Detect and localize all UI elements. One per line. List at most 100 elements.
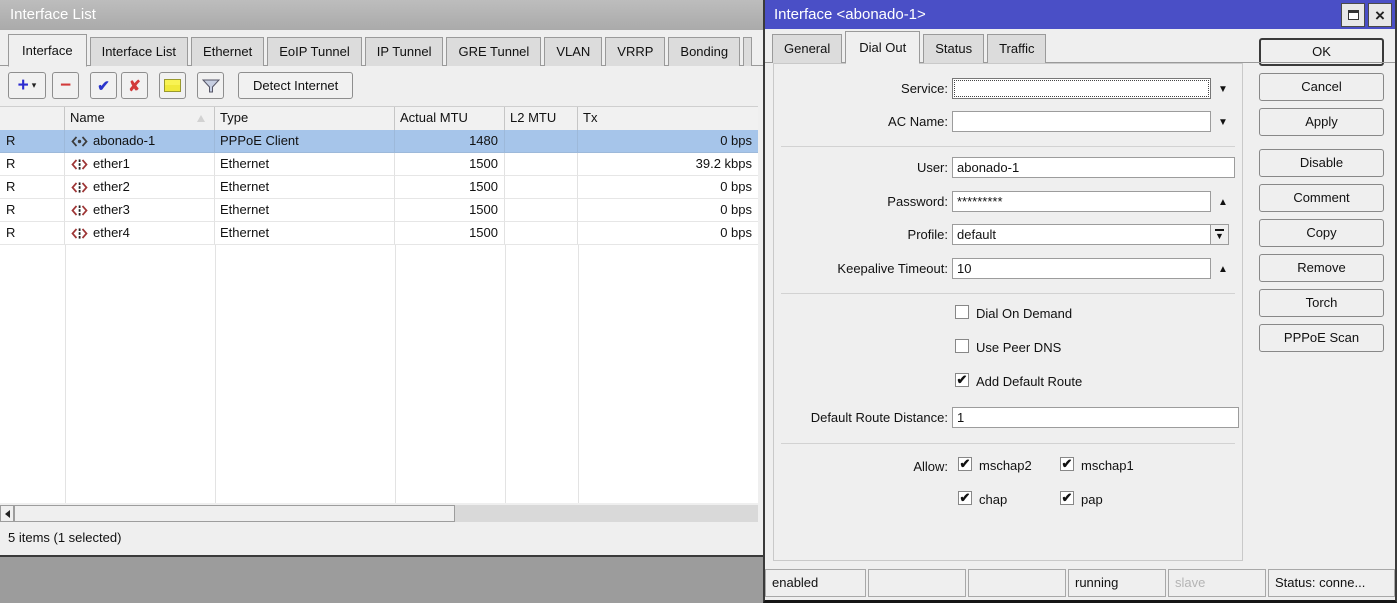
row-name: ether1 xyxy=(65,153,215,176)
row-l2-mtu xyxy=(505,199,578,222)
keepalive-collapse-icon[interactable]: ▲ xyxy=(1216,264,1230,276)
enable-button[interactable]: ✔ xyxy=(90,72,117,99)
header-type[interactable]: Type xyxy=(215,107,395,130)
tab-interface[interactable]: Interface xyxy=(8,34,87,67)
allow-pap-checkbox[interactable]: ✔ xyxy=(1060,491,1074,505)
close-icon: × xyxy=(1375,7,1385,24)
row-l2-mtu xyxy=(505,153,578,176)
check-icon: ✔ xyxy=(97,77,110,95)
torch-button[interactable]: Torch xyxy=(1259,289,1384,317)
header-l2-mtu[interactable]: L2 MTU xyxy=(505,107,578,130)
row-actual-mtu: 1480 xyxy=(395,130,505,153)
ethernet-interface-icon xyxy=(71,159,88,170)
use-peer-dns-checkbox[interactable] xyxy=(955,339,969,353)
add-button[interactable]: + ▾ xyxy=(8,72,46,99)
comment-button[interactable]: Comment xyxy=(1259,184,1384,212)
default-route-distance-input[interactable] xyxy=(952,407,1239,428)
scroll-left-icon xyxy=(5,510,10,518)
table-row[interactable]: R ether2 Ethernet 1500 0 bps xyxy=(0,176,758,199)
dial-on-demand-checkbox[interactable] xyxy=(955,305,969,319)
table-row[interactable]: R ether4 Ethernet 1500 0 bps xyxy=(0,222,758,245)
close-button[interactable]: × xyxy=(1368,3,1392,27)
allow-mschap2-checkbox[interactable]: ✔ xyxy=(958,457,972,471)
table-row[interactable]: R ether3 Ethernet 1500 0 bps xyxy=(0,199,758,222)
dropdown-list-icon: ▼ xyxy=(1215,229,1224,240)
tab-ethernet[interactable]: Ethernet xyxy=(191,37,264,66)
copy-button[interactable]: Copy xyxy=(1259,219,1384,247)
comment-button[interactable] xyxy=(159,72,186,99)
row-name: ether2 xyxy=(65,176,215,199)
allow-chap-checkbox[interactable]: ✔ xyxy=(958,491,972,505)
cross-icon: ✘ xyxy=(128,77,141,95)
add-default-route-label: Add Default Route xyxy=(976,374,1082,389)
user-input[interactable] xyxy=(952,157,1235,178)
tab-interface-list[interactable]: Interface List xyxy=(90,37,188,66)
cancel-button[interactable]: Cancel xyxy=(1259,73,1384,101)
table-row[interactable]: R ether1 Ethernet 1500 39.2 kbps xyxy=(0,153,758,176)
tab-bonding[interactable]: Bonding xyxy=(668,37,740,66)
pppoe-interface-icon xyxy=(71,136,88,147)
header-actual-mtu[interactable]: Actual MTU xyxy=(395,107,505,130)
tab-general[interactable]: General xyxy=(772,34,842,63)
row-flags: R xyxy=(0,222,65,245)
separator xyxy=(781,146,1235,147)
ac-name-input[interactable] xyxy=(952,111,1211,132)
password-input[interactable] xyxy=(952,191,1211,212)
service-input[interactable] xyxy=(952,78,1211,99)
detect-internet-button[interactable]: Detect Internet xyxy=(238,72,353,99)
scroll-left-button[interactable] xyxy=(0,505,14,522)
interface-list-titlebar[interactable]: Interface List xyxy=(0,0,763,30)
apply-button[interactable]: Apply xyxy=(1259,108,1384,136)
profile-dropdown-button[interactable]: ▼ xyxy=(1210,224,1229,245)
row-flags: R xyxy=(0,176,65,199)
disable-button[interactable]: ✘ xyxy=(121,72,148,99)
tab-eoip-tunnel[interactable]: EoIP Tunnel xyxy=(267,37,362,66)
row-name: ether3 xyxy=(65,199,215,222)
row-flags: R xyxy=(0,199,65,222)
tab-partially-hidden[interactable] xyxy=(743,37,752,66)
separator xyxy=(781,293,1235,294)
password-collapse-icon[interactable]: ▲ xyxy=(1216,197,1230,209)
row-name: ether4 xyxy=(65,222,215,245)
row-type: Ethernet xyxy=(215,199,395,222)
header-name[interactable]: Name xyxy=(65,107,215,130)
table-row[interactable]: R abonado-1 PPPoE Client 1480 0 bps xyxy=(0,130,758,153)
ac-name-dropdown-icon[interactable]: ▼ xyxy=(1216,117,1230,129)
tab-status[interactable]: Status xyxy=(923,34,984,63)
filter-button[interactable] xyxy=(197,72,224,99)
password-label: Password: xyxy=(770,194,948,209)
tab-ip-tunnel[interactable]: IP Tunnel xyxy=(365,37,444,66)
service-label: Service: xyxy=(770,81,948,96)
tab-gre-tunnel[interactable]: GRE Tunnel xyxy=(446,37,541,66)
header-tx[interactable]: Tx xyxy=(578,107,758,130)
service-dropdown-icon[interactable]: ▼ xyxy=(1216,84,1230,96)
minus-icon: − xyxy=(60,76,71,95)
status-enabled: enabled xyxy=(765,569,866,597)
tab-vlan[interactable]: VLAN xyxy=(544,37,602,66)
tab-vrrp[interactable]: VRRP xyxy=(605,37,665,66)
row-actual-mtu: 1500 xyxy=(395,153,505,176)
row-type: Ethernet xyxy=(215,222,395,245)
status-empty-1 xyxy=(868,569,966,597)
add-default-route-checkbox[interactable]: ✔ xyxy=(955,373,969,387)
use-peer-dns-label: Use Peer DNS xyxy=(976,340,1061,355)
remove-button[interactable]: Remove xyxy=(1259,254,1384,282)
tab-traffic[interactable]: Traffic xyxy=(987,34,1046,63)
disable-button[interactable]: Disable xyxy=(1259,149,1384,177)
table-header: Name Type Actual MTU L2 MTU Tx xyxy=(0,106,758,130)
tab-dial-out[interactable]: Dial Out xyxy=(845,31,920,64)
profile-input[interactable] xyxy=(952,224,1211,245)
maximize-button[interactable] xyxy=(1341,3,1365,27)
pppoe-scan-button[interactable]: PPPoE Scan xyxy=(1259,324,1384,352)
remove-button[interactable]: − xyxy=(52,72,79,99)
horizontal-scrollbar[interactable] xyxy=(0,505,758,522)
header-flags[interactable] xyxy=(0,107,65,130)
allow-mschap1-checkbox[interactable]: ✔ xyxy=(1060,457,1074,471)
row-tx: 0 bps xyxy=(578,130,758,153)
status-empty-2 xyxy=(968,569,1066,597)
keepalive-timeout-input[interactable] xyxy=(952,258,1211,279)
allow-mschap2-label: mschap2 xyxy=(979,458,1032,473)
scrollbar-thumb[interactable] xyxy=(14,505,455,522)
dialog-titlebar[interactable]: Interface <abonado-1> xyxy=(765,0,1395,29)
row-l2-mtu xyxy=(505,222,578,245)
